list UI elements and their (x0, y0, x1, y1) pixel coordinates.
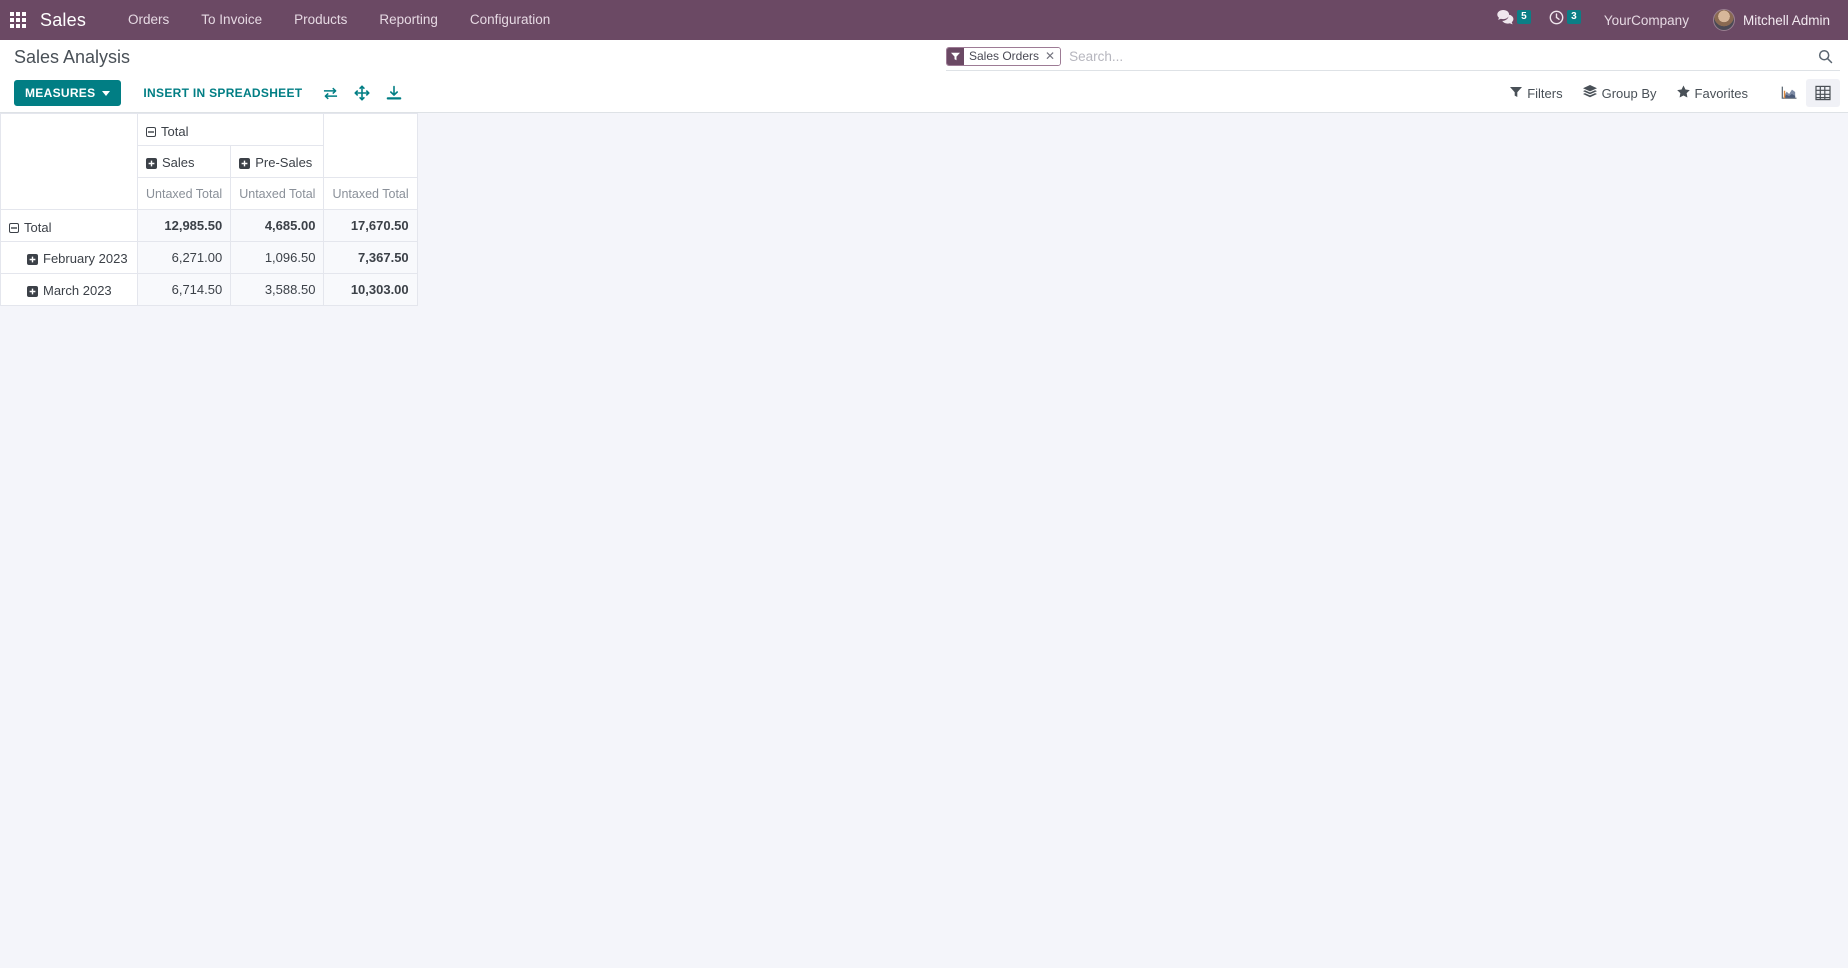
pivot-col-group-pre-sales-label: Pre-Sales (255, 154, 313, 170)
pivot-table-body: Total 12,985.50 4,685.00 17,670.50 Febru… (0, 209, 418, 306)
pivot-row-header-february-2023[interactable]: February 2023 (0, 241, 138, 274)
graph-view-icon[interactable] (1772, 79, 1806, 107)
activities-button[interactable]: 3 (1540, 0, 1590, 40)
pivot-cell-february-2023-pre-sales[interactable]: 1,096.50 (230, 241, 325, 274)
pivot-cell-february-2023-sales[interactable]: 6,271.00 (136, 241, 232, 274)
search-facet-sales-orders[interactable]: Sales Orders ✕ (946, 46, 1062, 66)
pivot-header-row-groups: Total (0, 113, 418, 210)
pivot-row-header-march-2023[interactable]: March 2023 (0, 273, 138, 306)
pivot-view-icon[interactable] (1806, 79, 1840, 107)
measures-button[interactable]: MEASURES (14, 80, 122, 106)
control-panel-bottom-row: MEASURES INSERT IN SPREADSHEET Filters G… (0, 74, 1848, 112)
table-row: March 2023 6,714.50 3,588.50 10,303.00 (0, 273, 418, 306)
company-switcher[interactable]: YourCompany (1590, 13, 1703, 28)
pivot-cell-march-2023-pre-sales[interactable]: 3,588.50 (230, 273, 325, 306)
menu-item-orders[interactable]: Orders (112, 0, 185, 40)
pivot-row-header-february-2023-label: February 2023 (43, 250, 128, 266)
pivot-col-group-pre-sales[interactable]: Pre-Sales (230, 145, 325, 178)
messages-count-badge: 5 (1516, 10, 1531, 24)
pivot-grandtotal-blank-cell (323, 113, 418, 178)
pivot-col-group-sales[interactable]: Sales (136, 145, 232, 178)
group-by-label: Group By (1601, 85, 1657, 101)
pivot-view-content: Total Sales Pre-Sales Untaxed Total Unta… (0, 113, 1848, 306)
pivot-row-header-total-label: Total (24, 219, 52, 235)
view-switcher (1772, 79, 1840, 107)
pivot-col-group-sales-label: Sales (162, 154, 195, 170)
control-panel: Sales Analysis Sales Orders ✕ Search... … (0, 40, 1848, 113)
search-view: Sales Orders ✕ (946, 43, 1840, 71)
pivot-cell-march-2023-sales[interactable]: 6,714.50 (136, 273, 232, 306)
plus-square-icon (239, 157, 251, 169)
pivot-cell-february-2023-grand[interactable]: 7,367.50 (323, 241, 418, 274)
table-row: Total 12,985.50 4,685.00 17,670.50 (0, 209, 418, 242)
search-input[interactable] (1063, 48, 1810, 64)
chat-bubble-icon (1497, 10, 1514, 30)
plus-square-icon (27, 285, 38, 297)
pivot-cell-total-pre-sales[interactable]: 4,685.00 (230, 209, 325, 242)
star-icon (1676, 85, 1690, 101)
measures-button-label: MEASURES (25, 86, 96, 100)
app-brand-sales[interactable]: Sales (40, 10, 86, 31)
menu-item-products[interactable]: Products (278, 0, 363, 40)
menu-item-configuration[interactable]: Configuration (454, 0, 566, 40)
menu-item-reporting[interactable]: Reporting (363, 0, 454, 40)
control-panel-top-row: Sales Analysis Sales Orders ✕ (0, 40, 1848, 74)
close-icon[interactable]: ✕ (1043, 47, 1061, 65)
minus-square-icon (9, 223, 19, 234)
pivot-row-header-march-2023-label: March 2023 (43, 282, 112, 298)
favorites-dropdown[interactable]: Favorites (1667, 80, 1758, 106)
clock-icon (1549, 10, 1564, 30)
plus-square-icon (27, 253, 38, 265)
flip-axis-icon[interactable] (314, 80, 346, 106)
pivot-cell-march-2023-grand[interactable]: 10,303.00 (323, 273, 418, 306)
messages-button[interactable]: 5 (1488, 0, 1540, 40)
expand-all-icon[interactable] (346, 80, 378, 106)
main-menu: Orders To Invoice Products Reporting Con… (112, 0, 566, 40)
pivot-row-header-total[interactable]: Total (0, 209, 138, 242)
activities-count-badge: 3 (1566, 10, 1581, 24)
layers-icon (1582, 85, 1597, 101)
pivot-measure-header-total[interactable]: Untaxed Total (323, 177, 418, 210)
search-icon[interactable] (1810, 49, 1840, 64)
group-by-dropdown[interactable]: Group By (1573, 80, 1667, 106)
navbar-systray: 5 3 YourCompany Mitchell Admin (1488, 0, 1834, 40)
minus-square-icon (146, 127, 156, 138)
pivot-col-group-total-label: Total (161, 123, 189, 139)
plus-square-icon (146, 157, 157, 169)
filters-dropdown[interactable]: Filters (1500, 80, 1572, 106)
user-name-label: Mitchell Admin (1742, 12, 1830, 28)
avatar (1712, 9, 1735, 31)
pivot-measure-header-pre-sales[interactable]: Untaxed Total (230, 177, 325, 210)
pivot-corner-cell (0, 113, 138, 210)
pivot-table-head: Total Sales Pre-Sales Untaxed Total Unta… (0, 113, 418, 210)
pivot-measure-header-sales[interactable]: Untaxed Total (136, 177, 232, 210)
favorites-label: Favorites (1694, 85, 1748, 101)
page-title: Sales Analysis (14, 46, 131, 67)
top-navbar: Sales Orders To Invoice Products Reporti… (0, 0, 1848, 40)
pivot-table: Total Sales Pre-Sales Untaxed Total Unta… (0, 113, 418, 306)
table-row: February 2023 6,271.00 1,096.50 7,367.50 (0, 241, 418, 274)
download-xlsx-icon[interactable] (378, 80, 410, 106)
menu-item-to-invoice[interactable]: To Invoice (185, 0, 278, 40)
search-facet-label: Sales Orders (964, 47, 1044, 65)
pivot-col-group-total[interactable]: Total (136, 113, 325, 146)
chevron-down-icon (102, 90, 111, 96)
user-menu[interactable]: Mitchell Admin (1703, 9, 1834, 31)
insert-in-spreadsheet-button[interactable]: INSERT IN SPREADSHEET (131, 80, 314, 106)
filter-funnel-icon (947, 47, 964, 65)
filter-funnel-icon (1510, 86, 1523, 101)
pivot-cell-total-grand[interactable]: 17,670.50 (323, 209, 418, 242)
filters-label: Filters (1527, 85, 1563, 101)
apps-grid-icon[interactable] (10, 12, 26, 28)
pivot-cell-total-sales[interactable]: 12,985.50 (136, 209, 232, 242)
